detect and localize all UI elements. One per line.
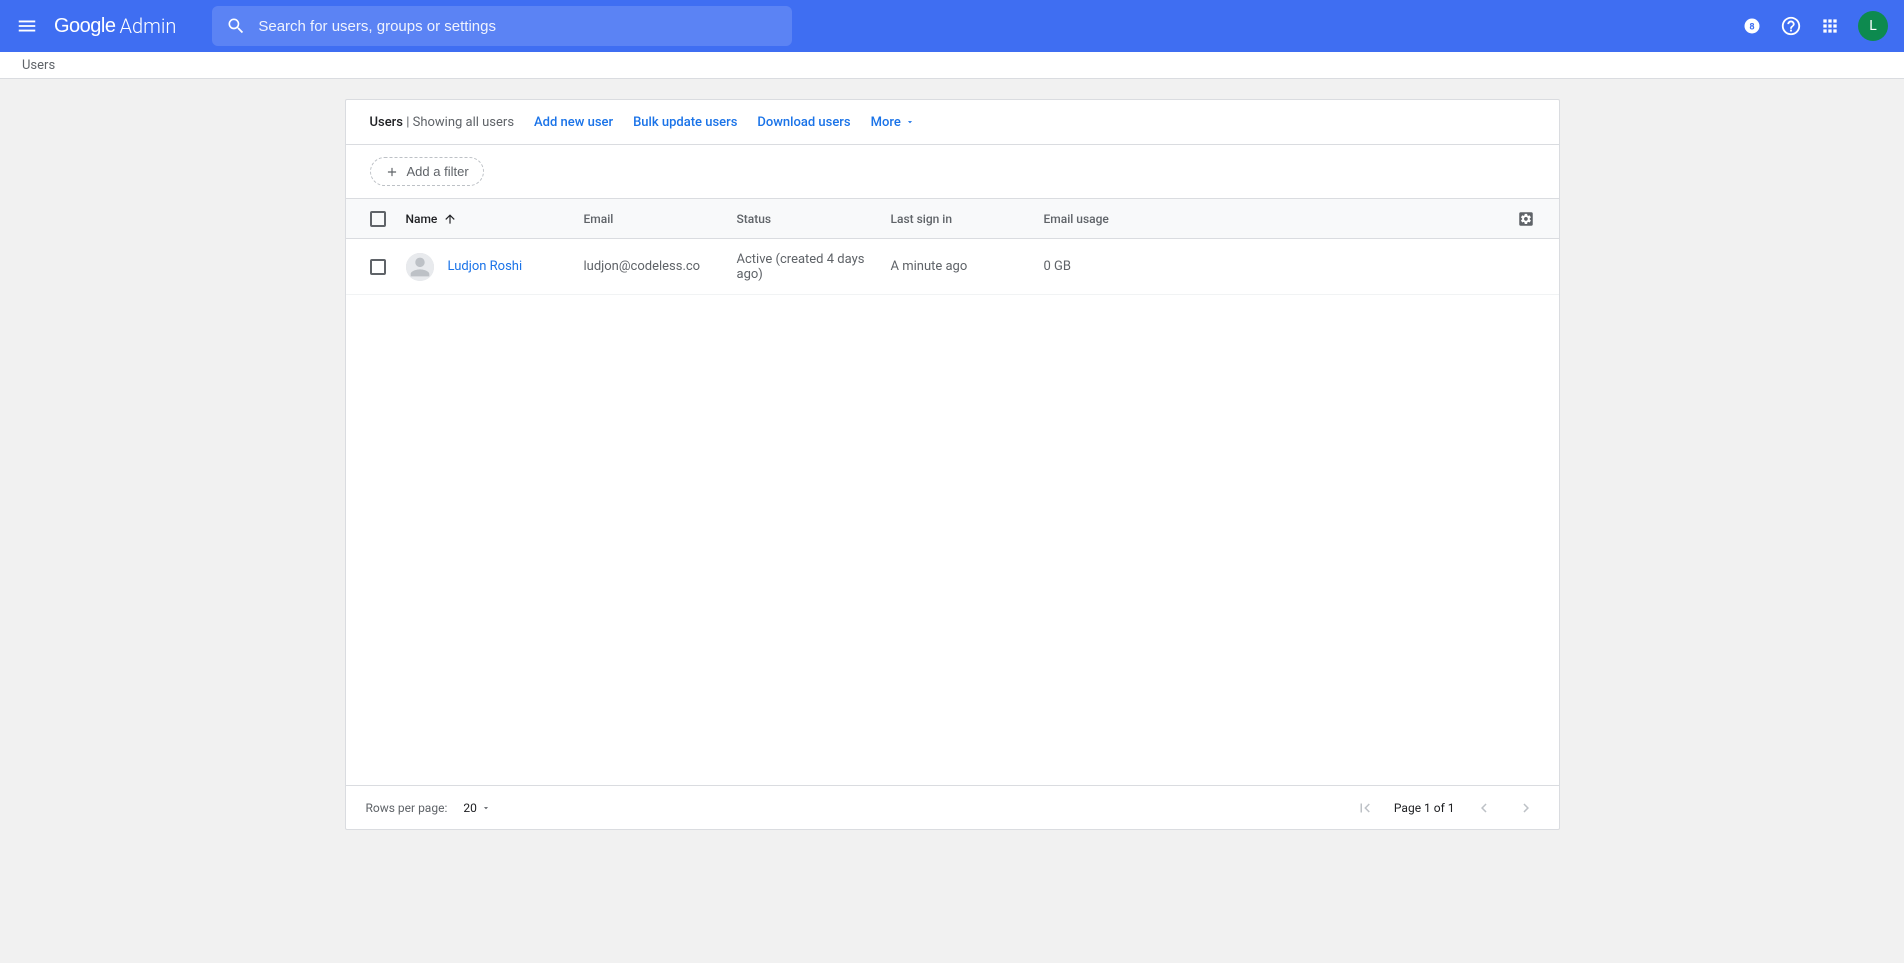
add-filter-label: Add a filter xyxy=(407,164,469,179)
sort-ascending-icon xyxy=(443,212,457,226)
user-lastsignin: A minute ago xyxy=(891,259,968,274)
search-container[interactable] xyxy=(212,6,792,46)
email-header-label: Email xyxy=(584,212,614,226)
row-checkbox-col xyxy=(370,259,406,275)
apps-icon[interactable] xyxy=(1820,16,1840,36)
logo-google-text: Google xyxy=(54,15,116,38)
user-emailusage: 0 GB xyxy=(1044,259,1072,274)
rows-per-page-select[interactable]: 20 xyxy=(463,801,491,815)
page-info: Page 1 of 1 xyxy=(1394,801,1455,815)
chevron-down-icon xyxy=(481,803,491,813)
add-new-user-link[interactable]: Add new user xyxy=(534,115,613,130)
header-status-col[interactable]: Status xyxy=(737,212,891,226)
menu-icon[interactable] xyxy=(16,15,38,37)
filter-bar: Add a filter xyxy=(346,145,1559,199)
row-name-col: Ludjon Roshi xyxy=(448,259,584,274)
breadcrumb[interactable]: Users xyxy=(22,58,55,73)
header-checkbox-col xyxy=(370,211,406,227)
row-checkbox[interactable] xyxy=(370,259,386,275)
row-avatar-col xyxy=(406,253,448,281)
users-subtitle: | Showing all users xyxy=(406,115,514,130)
more-dropdown[interactable]: More xyxy=(871,115,915,130)
first-page-button[interactable] xyxy=(1352,795,1378,821)
notification-icon[interactable]: 8 xyxy=(1742,16,1762,36)
status-header-label: Status xyxy=(737,212,772,226)
chevron-down-icon xyxy=(905,117,915,127)
rows-per-page-label: Rows per page: xyxy=(366,801,448,815)
row-lastsignin-col: A minute ago xyxy=(891,259,1044,274)
table-row[interactable]: Ludjon Roshi ludjon@codeless.co Active (… xyxy=(346,239,1559,295)
search-input[interactable] xyxy=(258,18,778,35)
app-header: Google Admin 8 L xyxy=(0,0,1904,52)
action-bar: Users | Showing all users Add new user B… xyxy=(346,100,1559,145)
column-settings-icon[interactable] xyxy=(1517,210,1535,228)
user-profile-avatar xyxy=(406,253,434,281)
search-icon xyxy=(226,16,246,36)
download-users-link[interactable]: Download users xyxy=(757,115,850,130)
header-emailusage-col[interactable]: Email usage xyxy=(1044,212,1511,226)
user-avatar[interactable]: L xyxy=(1858,11,1888,41)
user-status: Active (created 4 days ago) xyxy=(737,252,865,282)
header-lastsignin-col[interactable]: Last sign in xyxy=(891,212,1044,226)
user-email: ludjon@codeless.co xyxy=(584,259,701,274)
svg-text:8: 8 xyxy=(1749,22,1754,32)
header-email-col[interactable]: Email xyxy=(584,212,737,226)
row-emailusage-col: 0 GB xyxy=(1044,259,1511,274)
help-icon[interactable] xyxy=(1780,15,1802,37)
users-title: Users xyxy=(370,115,403,130)
main-content: Users | Showing all users Add new user B… xyxy=(345,99,1560,830)
breadcrumb-bar: Users xyxy=(0,52,1904,79)
more-label: More xyxy=(871,115,901,130)
rows-per-page-value: 20 xyxy=(463,801,477,815)
plus-icon xyxy=(385,165,399,179)
header-name-col[interactable]: Name xyxy=(406,212,584,226)
emailusage-header-label: Email usage xyxy=(1044,212,1109,226)
app-logo[interactable]: Google Admin xyxy=(54,14,176,38)
avatar-letter: L xyxy=(1869,18,1877,34)
pagination: Page 1 of 1 xyxy=(1352,795,1539,821)
select-all-checkbox[interactable] xyxy=(370,211,386,227)
table-footer: Rows per page: 20 Page 1 of 1 xyxy=(346,785,1559,829)
table-header: Name Email Status Last sign in Email usa… xyxy=(346,199,1559,239)
rows-per-page: Rows per page: 20 xyxy=(366,801,491,815)
header-gear-col xyxy=(1511,210,1535,228)
logo-admin-text: Admin xyxy=(120,14,177,38)
action-title-group: Users | Showing all users xyxy=(370,115,515,130)
prev-page-button[interactable] xyxy=(1471,795,1497,821)
user-name-link[interactable]: Ludjon Roshi xyxy=(448,259,523,274)
table-empty-space xyxy=(346,295,1559,785)
next-page-button[interactable] xyxy=(1513,795,1539,821)
header-right: 8 L xyxy=(1742,11,1888,41)
add-filter-button[interactable]: Add a filter xyxy=(370,157,484,186)
lastsignin-header-label: Last sign in xyxy=(891,212,953,226)
name-header-label: Name xyxy=(406,212,438,226)
bulk-update-users-link[interactable]: Bulk update users xyxy=(633,115,737,130)
row-email-col: ludjon@codeless.co xyxy=(584,259,737,274)
row-status-col: Active (created 4 days ago) xyxy=(737,252,891,282)
